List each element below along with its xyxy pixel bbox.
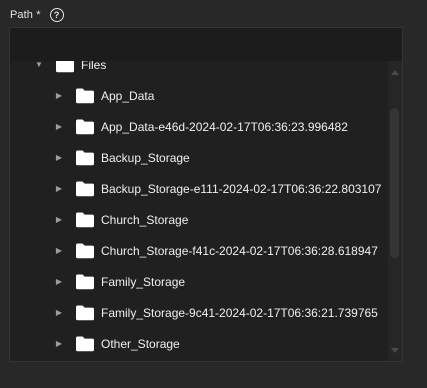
tree-node-label: Family_Storage [101, 274, 186, 289]
folder-icon [75, 118, 95, 135]
folder-icon [75, 211, 95, 228]
chevron-right-icon[interactable]: ▶ [53, 184, 65, 193]
folder-icon [75, 149, 95, 166]
folder-icon [75, 87, 95, 104]
folder-icon [55, 61, 75, 73]
chevron-down-icon[interactable]: ▼ [33, 61, 45, 69]
folder-icon [75, 273, 95, 290]
tree-node[interactable]: ▶ Family_Storage-9c41-2024-02-17T06:36:21… [10, 297, 378, 328]
tree-node-label: App_Data [101, 88, 155, 103]
tree-node[interactable]: ▶ Church_Storage [10, 204, 188, 235]
tree-node[interactable]: ▶ Family_Storage [10, 266, 185, 297]
scroll-thumb[interactable] [390, 108, 399, 258]
tree-node[interactable]: ▶ Backup_Storage [10, 142, 190, 173]
tree-node-label: App_Data-e46d-2024-02-17T06:36:23.996482 [101, 119, 348, 134]
chevron-right-icon[interactable]: ▶ [53, 215, 65, 224]
file-tree: ▼ Files ▶ App_Data ▶ App_Data-e46d-2024-02-17… [9, 61, 403, 362]
chevron-right-icon[interactable]: ▶ [53, 308, 65, 317]
tree-node-label: Backup_Storage [101, 150, 190, 165]
tree-node-label: Backup_Storage-e111-2024-02-17T06:36:22.… [101, 181, 382, 196]
chevron-right-icon[interactable]: ▶ [53, 339, 65, 348]
folder-icon [75, 335, 95, 352]
chevron-right-icon[interactable]: ▶ [53, 91, 65, 100]
path-label: Path * [10, 9, 41, 21]
tree-node[interactable]: ▶ Church_Storage-f41c-2024-02-17T06:36:28… [10, 235, 378, 266]
tree-node-label: Files [81, 61, 107, 72]
folder-icon [75, 180, 95, 197]
tree-node[interactable]: ▶ App_Data-e46d-2024-02-17T06:36:23.99648… [10, 111, 348, 142]
tree-node-label: Family_Storage-9c41-2024-02-17T06:36:21.… [101, 305, 378, 320]
chevron-right-icon[interactable]: ▶ [53, 122, 65, 131]
path-selector: Path * ? ▼ Files ▶ App_Data ▶ App_Data-e46d-2… [0, 0, 427, 388]
help-icon[interactable]: ? [49, 8, 64, 22]
scroll-up-icon[interactable] [391, 70, 399, 75]
field-label-row: Path * ? [10, 6, 64, 24]
tree-node-label: Church_Storage [101, 212, 189, 227]
tree-node[interactable]: ▶ Backup_Storage-e111-2024-02-17T06:36:22… [10, 173, 381, 204]
tree-node-label: Other_Storage [101, 336, 180, 351]
tree-node-label: Church_Storage-f41c-2024-02-17T06:36:28.… [101, 243, 378, 258]
scroll-down-icon[interactable] [391, 348, 399, 353]
tree-node[interactable]: ▶ App_Data [10, 80, 154, 111]
tree-node-root[interactable]: ▼ Files [10, 61, 106, 80]
chevron-right-icon[interactable]: ▶ [53, 153, 65, 162]
chevron-right-icon[interactable]: ▶ [53, 246, 65, 255]
chevron-right-icon[interactable]: ▶ [53, 277, 65, 286]
folder-icon [75, 304, 95, 321]
folder-icon [75, 242, 95, 259]
path-input[interactable] [9, 27, 403, 61]
tree-scrollbar[interactable] [388, 61, 402, 361]
tree-node[interactable]: ▶ Other_Storage [10, 328, 180, 359]
